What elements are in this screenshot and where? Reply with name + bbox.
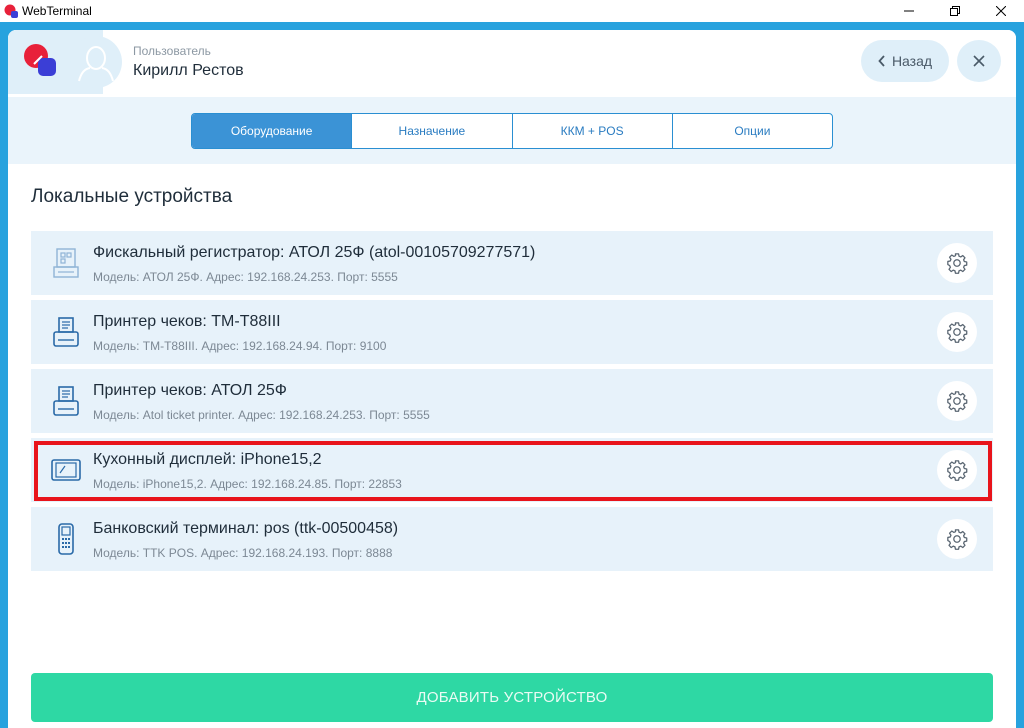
- gear-icon: [947, 391, 968, 412]
- device-row[interactable]: Банковский терминал: pos (ttk-00500458) …: [31, 507, 993, 571]
- back-button[interactable]: Назад: [861, 40, 949, 82]
- back-button-label: Назад: [891, 53, 933, 69]
- main-panel: Пользователь Кирилл Рестов Назад Оборудо…: [8, 30, 1016, 728]
- minimize-button[interactable]: [886, 0, 932, 22]
- gear-icon: [947, 529, 968, 550]
- tab-kkm-pos[interactable]: ККМ + POS: [511, 114, 672, 148]
- device-row-selected[interactable]: Кухонный дисплей: iPhone15,2 Модель: iPh…: [31, 438, 993, 502]
- tab-assignment[interactable]: Назначение: [351, 114, 511, 148]
- tab-band: Оборудование Назначение ККМ + POS Опции: [8, 97, 1016, 164]
- device-row[interactable]: Принтер чеков: TM-T88III Модель: TM-T88I…: [31, 300, 993, 364]
- device-title: Принтер чеков: TM-T88III: [93, 313, 281, 330]
- gear-icon: [947, 253, 968, 274]
- section-title: Локальные устройства: [31, 186, 233, 207]
- device-title: Принтер чеков: АТОЛ 25Ф: [93, 382, 287, 399]
- device-details: Модель: iPhone15,2. Адрес: 192.168.24.85…: [93, 477, 402, 491]
- close-button[interactable]: [957, 40, 1001, 82]
- app-logo-icon: [4, 4, 18, 18]
- device-title: Фискальный регистратор: АТОЛ 25Ф (atol-0…: [93, 244, 536, 261]
- device-settings-button[interactable]: [937, 312, 977, 352]
- device-settings-button[interactable]: [937, 243, 977, 283]
- device-details: Модель: TTK POS. Адрес: 192.168.24.193. …: [93, 546, 393, 560]
- tab-equipment[interactable]: Оборудование: [192, 114, 352, 148]
- window-close-button[interactable]: [978, 0, 1024, 22]
- fiscal-register-icon: [53, 248, 79, 278]
- device-details: Модель: Atol ticket printer. Адрес: 192.…: [93, 408, 430, 422]
- tab-bar: Оборудование Назначение ККМ + POS Опции: [191, 113, 833, 149]
- payment-terminal-icon: [58, 523, 74, 555]
- receipt-printer-icon: [53, 386, 79, 416]
- window-title: WebTerminal: [22, 4, 92, 18]
- user-name: Кирилл Рестов: [133, 62, 244, 79]
- minimize-icon: [904, 10, 914, 12]
- maximize-button[interactable]: [932, 0, 978, 22]
- gear-icon: [947, 322, 968, 343]
- close-icon: [973, 55, 985, 67]
- user-label: Пользователь: [133, 44, 211, 58]
- title-bar: WebTerminal: [0, 0, 1024, 22]
- device-details: Модель: TM-T88III. Адрес: 192.168.24.94.…: [93, 339, 387, 353]
- close-icon: [996, 6, 1006, 16]
- device-details: Модель: АТОЛ 25Ф. Адрес: 192.168.24.253.…: [93, 270, 398, 284]
- device-settings-button[interactable]: [937, 450, 977, 490]
- device-settings-button[interactable]: [937, 381, 977, 421]
- add-device-button[interactable]: ДОБАВИТЬ УСТРОЙСТВО: [31, 673, 993, 722]
- tab-options[interactable]: Опции: [671, 114, 832, 148]
- user-avatar-icon: [78, 46, 114, 82]
- header: Пользователь Кирилл Рестов Назад: [8, 30, 1016, 94]
- chevron-left-icon: [878, 55, 885, 67]
- brand-logo-icon: [24, 44, 56, 76]
- gear-icon: [947, 460, 968, 481]
- receipt-printer-icon: [53, 317, 79, 347]
- app-frame: Пользователь Кирилл Рестов Назад Оборудо…: [0, 22, 1024, 728]
- avatar: [70, 36, 122, 88]
- device-title: Банковский терминал: pos (ttk-00500458): [93, 520, 399, 537]
- device-title: Кухонный дисплей: iPhone15,2: [93, 451, 322, 468]
- device-settings-button[interactable]: [937, 519, 977, 559]
- device-row[interactable]: Принтер чеков: АТОЛ 25Ф Модель: Atol tic…: [31, 369, 993, 433]
- restore-icon: [950, 6, 960, 16]
- tablet-icon: [51, 459, 81, 481]
- device-row[interactable]: Фискальный регистратор: АТОЛ 25Ф (atol-0…: [31, 231, 993, 295]
